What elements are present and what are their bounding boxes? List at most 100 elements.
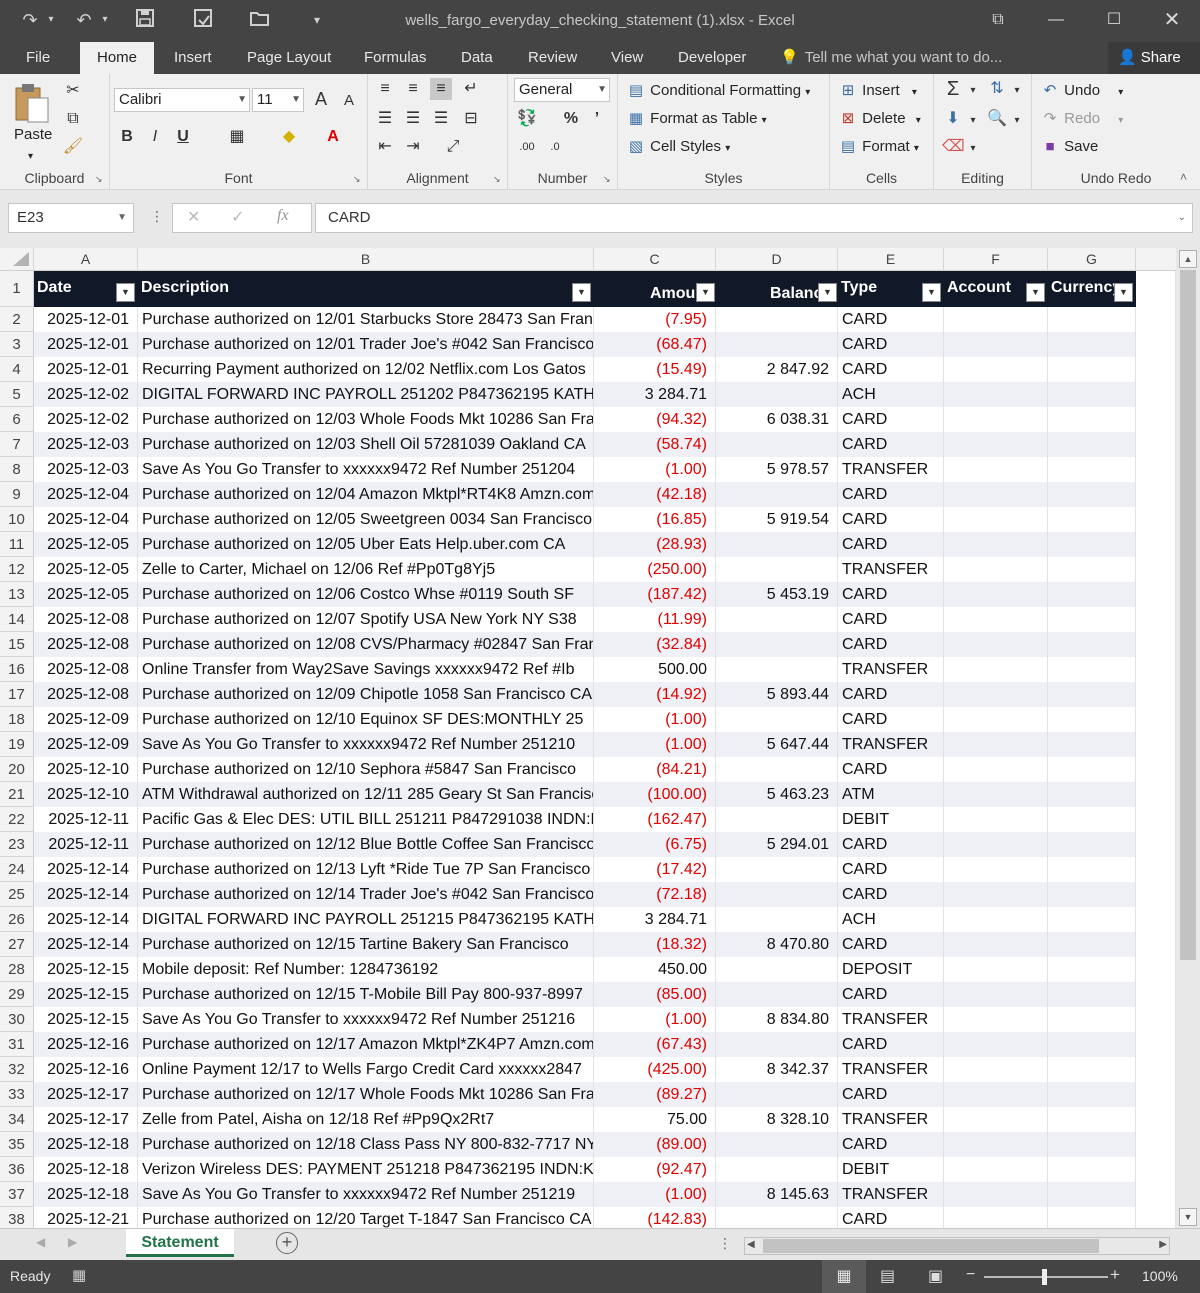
cell-description[interactable]: Online Transfer from Way2Save Savings xx… xyxy=(138,657,594,682)
increase-indent-icon[interactable]: ⇥ xyxy=(402,136,424,158)
cell-account[interactable] xyxy=(944,882,1048,907)
save-as-qat-icon[interactable] xyxy=(190,8,216,32)
scroll-up-icon[interactable]: ▲ xyxy=(1179,250,1197,268)
cell-balance[interactable] xyxy=(716,1132,838,1157)
cell-date[interactable]: 2025-12-05 xyxy=(34,582,138,607)
cell-amount[interactable]: (32.84) xyxy=(594,632,716,657)
cell-currency[interactable] xyxy=(1048,857,1136,882)
cell-amount[interactable]: (250.00) xyxy=(594,557,716,582)
cell-balance[interactable]: 2 847.92 xyxy=(716,357,838,382)
cell-type[interactable]: CARD xyxy=(838,532,944,557)
undo-qat-icon[interactable]: ↶ xyxy=(72,8,96,32)
cell-date[interactable]: 2025-12-15 xyxy=(34,1007,138,1032)
cell-account[interactable] xyxy=(944,432,1048,457)
cell-type[interactable]: ACH xyxy=(838,907,944,932)
cell-description[interactable]: Purchase authorized on 12/17 Amazon Mktp… xyxy=(138,1032,594,1057)
cell-type[interactable]: CARD xyxy=(838,1207,944,1228)
cell-balance[interactable] xyxy=(716,1207,838,1228)
font-launcher-icon[interactable]: ↘ xyxy=(353,174,363,184)
row-header[interactable]: 27 xyxy=(0,932,34,957)
tab-file[interactable]: File xyxy=(22,42,54,74)
cell-type[interactable]: CARD xyxy=(838,332,944,357)
tab-splitter-icon[interactable]: ⋮ xyxy=(718,1235,732,1252)
row-header[interactable]: 16 xyxy=(0,657,34,682)
formula-bar-grip-icon[interactable]: ⋮ xyxy=(150,208,164,225)
name-box[interactable]: E23 ▼ xyxy=(8,203,134,233)
cell-amount[interactable]: (17.42) xyxy=(594,857,716,882)
font-size-combo[interactable]: 11 ▼ xyxy=(252,88,304,112)
cell-amount[interactable]: (11.99) xyxy=(594,607,716,632)
cell-account[interactable] xyxy=(944,607,1048,632)
undo-dropdown-icon[interactable]: ▾ xyxy=(98,8,112,32)
cell-balance[interactable] xyxy=(716,882,838,907)
filter-date-icon[interactable]: ▼ xyxy=(116,283,135,302)
filter-currency-icon[interactable]: ▼ xyxy=(1114,283,1133,302)
cell-description[interactable]: Mobile deposit: Ref Number: 1284736192 xyxy=(138,957,594,982)
clear-dropdown-icon[interactable]: ▾ xyxy=(962,138,984,160)
cell-amount[interactable]: (89.27) xyxy=(594,1082,716,1107)
prev-sheet-icon[interactable]: ◀ xyxy=(36,1235,45,1249)
number-format-combo[interactable]: General ▼ xyxy=(514,78,610,102)
row-header[interactable]: 6 xyxy=(0,407,34,432)
cell-amount[interactable]: (15.49) xyxy=(594,357,716,382)
cell-type[interactable]: CARD xyxy=(838,682,944,707)
delete-cells-button[interactable]: ⊠ Delete ▾ xyxy=(838,108,921,130)
cell-description[interactable]: DIGITAL FORWARD INC PAYROLL 251215 P8473… xyxy=(138,907,594,932)
cell-balance[interactable] xyxy=(716,1082,838,1107)
alignment-launcher-icon[interactable]: ↘ xyxy=(493,174,503,184)
autosum-dropdown-icon[interactable]: ▾ xyxy=(962,80,984,102)
cell-balance[interactable]: 5 919.54 xyxy=(716,507,838,532)
decrease-indent-icon[interactable]: ⇤ xyxy=(374,136,396,158)
tell-me-search[interactable]: 💡 Tell me what you want to do... xyxy=(780,42,1002,74)
cell-account[interactable] xyxy=(944,757,1048,782)
page-break-view-icon[interactable]: ▣ xyxy=(928,1266,943,1286)
cell-description[interactable]: Purchase authorized on 12/01 Trader Joe'… xyxy=(138,332,594,357)
cell-date[interactable]: 2025-12-14 xyxy=(34,882,138,907)
row-header[interactable]: 17 xyxy=(0,682,34,707)
customize-qat-icon[interactable]: ▾ xyxy=(306,8,328,32)
cell-currency[interactable] xyxy=(1048,1032,1136,1057)
increase-decimal-icon[interactable]: .00 xyxy=(516,136,538,158)
cell-amount[interactable]: (1.00) xyxy=(594,457,716,482)
cell-type[interactable]: CARD xyxy=(838,707,944,732)
cell-account[interactable] xyxy=(944,807,1048,832)
cell-date[interactable]: 2025-12-02 xyxy=(34,382,138,407)
row-header[interactable]: 36 xyxy=(0,1157,34,1182)
cell-date[interactable]: 2025-12-10 xyxy=(34,757,138,782)
tab-home[interactable]: Home xyxy=(80,42,154,74)
cell-description[interactable]: ATM Withdrawal authorized on 12/11 285 G… xyxy=(138,782,594,807)
cell-balance[interactable]: 5 463.23 xyxy=(716,782,838,807)
cell-date[interactable]: 2025-12-15 xyxy=(34,957,138,982)
shrink-font-icon[interactable]: A xyxy=(338,90,360,112)
cell-balance[interactable]: 5 453.19 xyxy=(716,582,838,607)
cell-account[interactable] xyxy=(944,632,1048,657)
cell-date[interactable]: 2025-12-16 xyxy=(34,1032,138,1057)
cell-date[interactable]: 2025-12-03 xyxy=(34,457,138,482)
cut-icon[interactable]: ✂ xyxy=(62,80,84,102)
cell-balance[interactable] xyxy=(716,557,838,582)
cell-description[interactable]: Purchase authorized on 12/03 Shell Oil 5… xyxy=(138,432,594,457)
cell-date[interactable]: 2025-12-08 xyxy=(34,682,138,707)
cell-type[interactable]: TRANSFER xyxy=(838,1007,944,1032)
cell-account[interactable] xyxy=(944,582,1048,607)
cell-description[interactable]: Purchase authorized on 12/10 Equinox SF … xyxy=(138,707,594,732)
cell-currency[interactable] xyxy=(1048,482,1136,507)
cell-type[interactable]: TRANSFER xyxy=(838,1057,944,1082)
cell-balance[interactable] xyxy=(716,382,838,407)
cell-type[interactable]: TRANSFER xyxy=(838,457,944,482)
row-header[interactable]: 23 xyxy=(0,832,34,857)
cell-currency[interactable] xyxy=(1048,682,1136,707)
cell-currency[interactable] xyxy=(1048,707,1136,732)
decrease-decimal-icon[interactable]: .0 xyxy=(544,136,566,158)
cell-currency[interactable] xyxy=(1048,1082,1136,1107)
redo-qat-icon[interactable]: ↷ xyxy=(18,8,42,32)
cell-amount[interactable]: (28.93) xyxy=(594,532,716,557)
cell-amount[interactable]: (84.21) xyxy=(594,757,716,782)
copy-icon[interactable]: ⧉ xyxy=(62,108,84,130)
row-header[interactable]: 34 xyxy=(0,1107,34,1132)
vertical-scrollbar[interactable]: ▲ ▼ xyxy=(1176,248,1200,1228)
cell-account[interactable] xyxy=(944,1007,1048,1032)
row-header[interactable]: 4 xyxy=(0,357,34,382)
number-launcher-icon[interactable]: ↘ xyxy=(603,174,613,184)
insert-cells-button[interactable]: ⊞ Insert ▾ xyxy=(838,80,917,102)
